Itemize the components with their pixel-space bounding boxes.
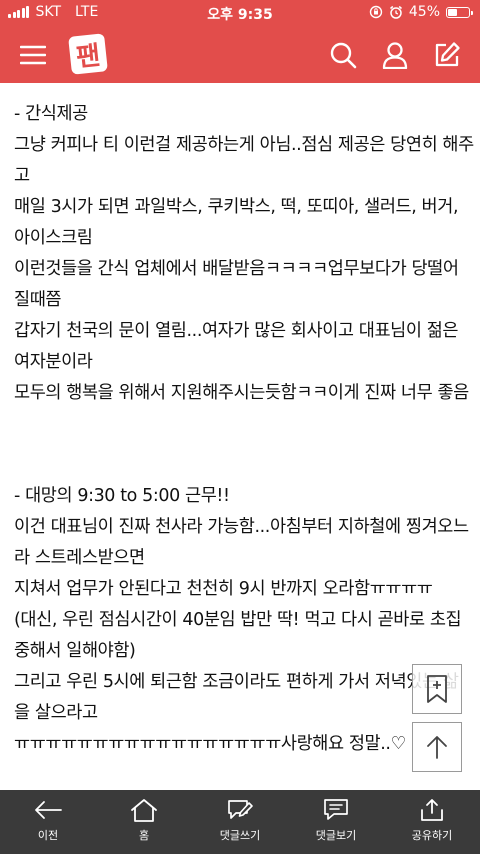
status-right: 45% xyxy=(363,4,473,20)
menu-button[interactable] xyxy=(16,38,50,72)
back-arrow-icon xyxy=(35,801,62,819)
article-paragraph: 이건 대표님이 진짜 천사라 가능함...아침부터 지하철에 찡겨오느라 스트레… xyxy=(14,517,469,568)
menu-icon xyxy=(20,45,46,65)
search-icon xyxy=(330,42,357,69)
share-label: 공유하기 xyxy=(411,829,453,842)
article-paragraph: 갑자기 천국의 문이 열림...여자가 많은 회사이고 대표님이 젊은 여자분이… xyxy=(14,321,459,372)
top-nav-bar: 팬 xyxy=(0,26,480,83)
write-comment-button[interactable]: 댓글쓰기 xyxy=(192,790,288,854)
article-paragraph: - 대망의 9:30 to 5:00 근무!! xyxy=(14,486,230,506)
write-button[interactable] xyxy=(430,38,464,72)
back-button[interactable]: 이전 xyxy=(0,790,96,854)
battery-icon xyxy=(446,6,473,18)
article-paragraph: ㅠㅠㅠㅠㅠㅠㅠㅠㅠㅠㅠㅠㅠㅠㅠㅠㅠ사랑해요 정말..♡ xyxy=(14,734,406,754)
article-paragraph: 그리고 우린 5시에 퇴근함 조금이라도 편하게 가서 저녁있는 삶을 살으라고 xyxy=(14,672,459,723)
app-logo[interactable]: 팬 xyxy=(68,33,108,75)
share-icon xyxy=(421,799,443,821)
home-label: 홈 xyxy=(138,829,150,842)
view-comments-button[interactable]: 댓글보기 xyxy=(288,790,384,854)
comment-write-icon xyxy=(228,800,253,819)
article-paragraph: 이런것들을 간식 업체에서 배달받음ㅋㅋㅋㅋ업무보다가 당떨어질때쯤 xyxy=(14,259,459,310)
edit-icon xyxy=(435,42,460,67)
share-button[interactable]: 공유하기 xyxy=(384,790,480,854)
status-bar: SKT LTE 오후 9:35 45% xyxy=(0,0,480,26)
search-button[interactable] xyxy=(326,38,360,72)
arrow-up-icon xyxy=(427,736,447,759)
bookmark-plus-icon xyxy=(427,675,447,703)
scroll-top-button[interactable] xyxy=(412,722,462,772)
article-paragraph: (대신, 우린 점심시간이 40분임 밥만 딱! 먹고 다시 곧바로 초집중해서… xyxy=(14,610,462,661)
home-icon xyxy=(131,799,157,822)
bookmark-button[interactable] xyxy=(412,664,462,714)
back-label: 이전 xyxy=(37,829,59,842)
screen-lock-icon xyxy=(369,5,383,19)
profile-button[interactable] xyxy=(378,38,412,72)
battery-percent: 45% xyxy=(408,4,440,20)
write-comment-label: 댓글쓰기 xyxy=(219,829,261,842)
comment-view-icon xyxy=(324,799,348,820)
article-paragraph: 지쳐서 업무가 안된다고 천천히 9시 반까지 오라함ㅠㅠㅠㅠ xyxy=(14,579,433,599)
article-paragraph: 모두의 행복을 위해서 지원해주시는듯함ㅋㅋ이게 진짜 너무 좋음 xyxy=(14,383,469,403)
article-content: - 간식제공 그냥 커피나 티 이런걸 제공하는게 아님..점심 제공은 당연히… xyxy=(0,83,480,790)
alarm-icon xyxy=(389,5,402,19)
article-paragraph: 그냥 커피나 티 이런걸 제공하는게 아님..점심 제공은 당연히 해주고 xyxy=(14,135,474,186)
article-paragraph: - 간식제공 xyxy=(14,104,88,124)
article-paragraph: 매일 3시가 되면 과일박스, 쿠키박스, 떡, 또띠아, 샐러드, 버거, 아… xyxy=(14,197,459,248)
home-button[interactable]: 홈 xyxy=(96,790,192,854)
view-comments-label: 댓글보기 xyxy=(315,829,357,842)
bottom-toolbar: 이전 홈 댓글쓰기 댓글보기 공유하기 xyxy=(0,790,480,854)
user-icon xyxy=(382,42,408,69)
